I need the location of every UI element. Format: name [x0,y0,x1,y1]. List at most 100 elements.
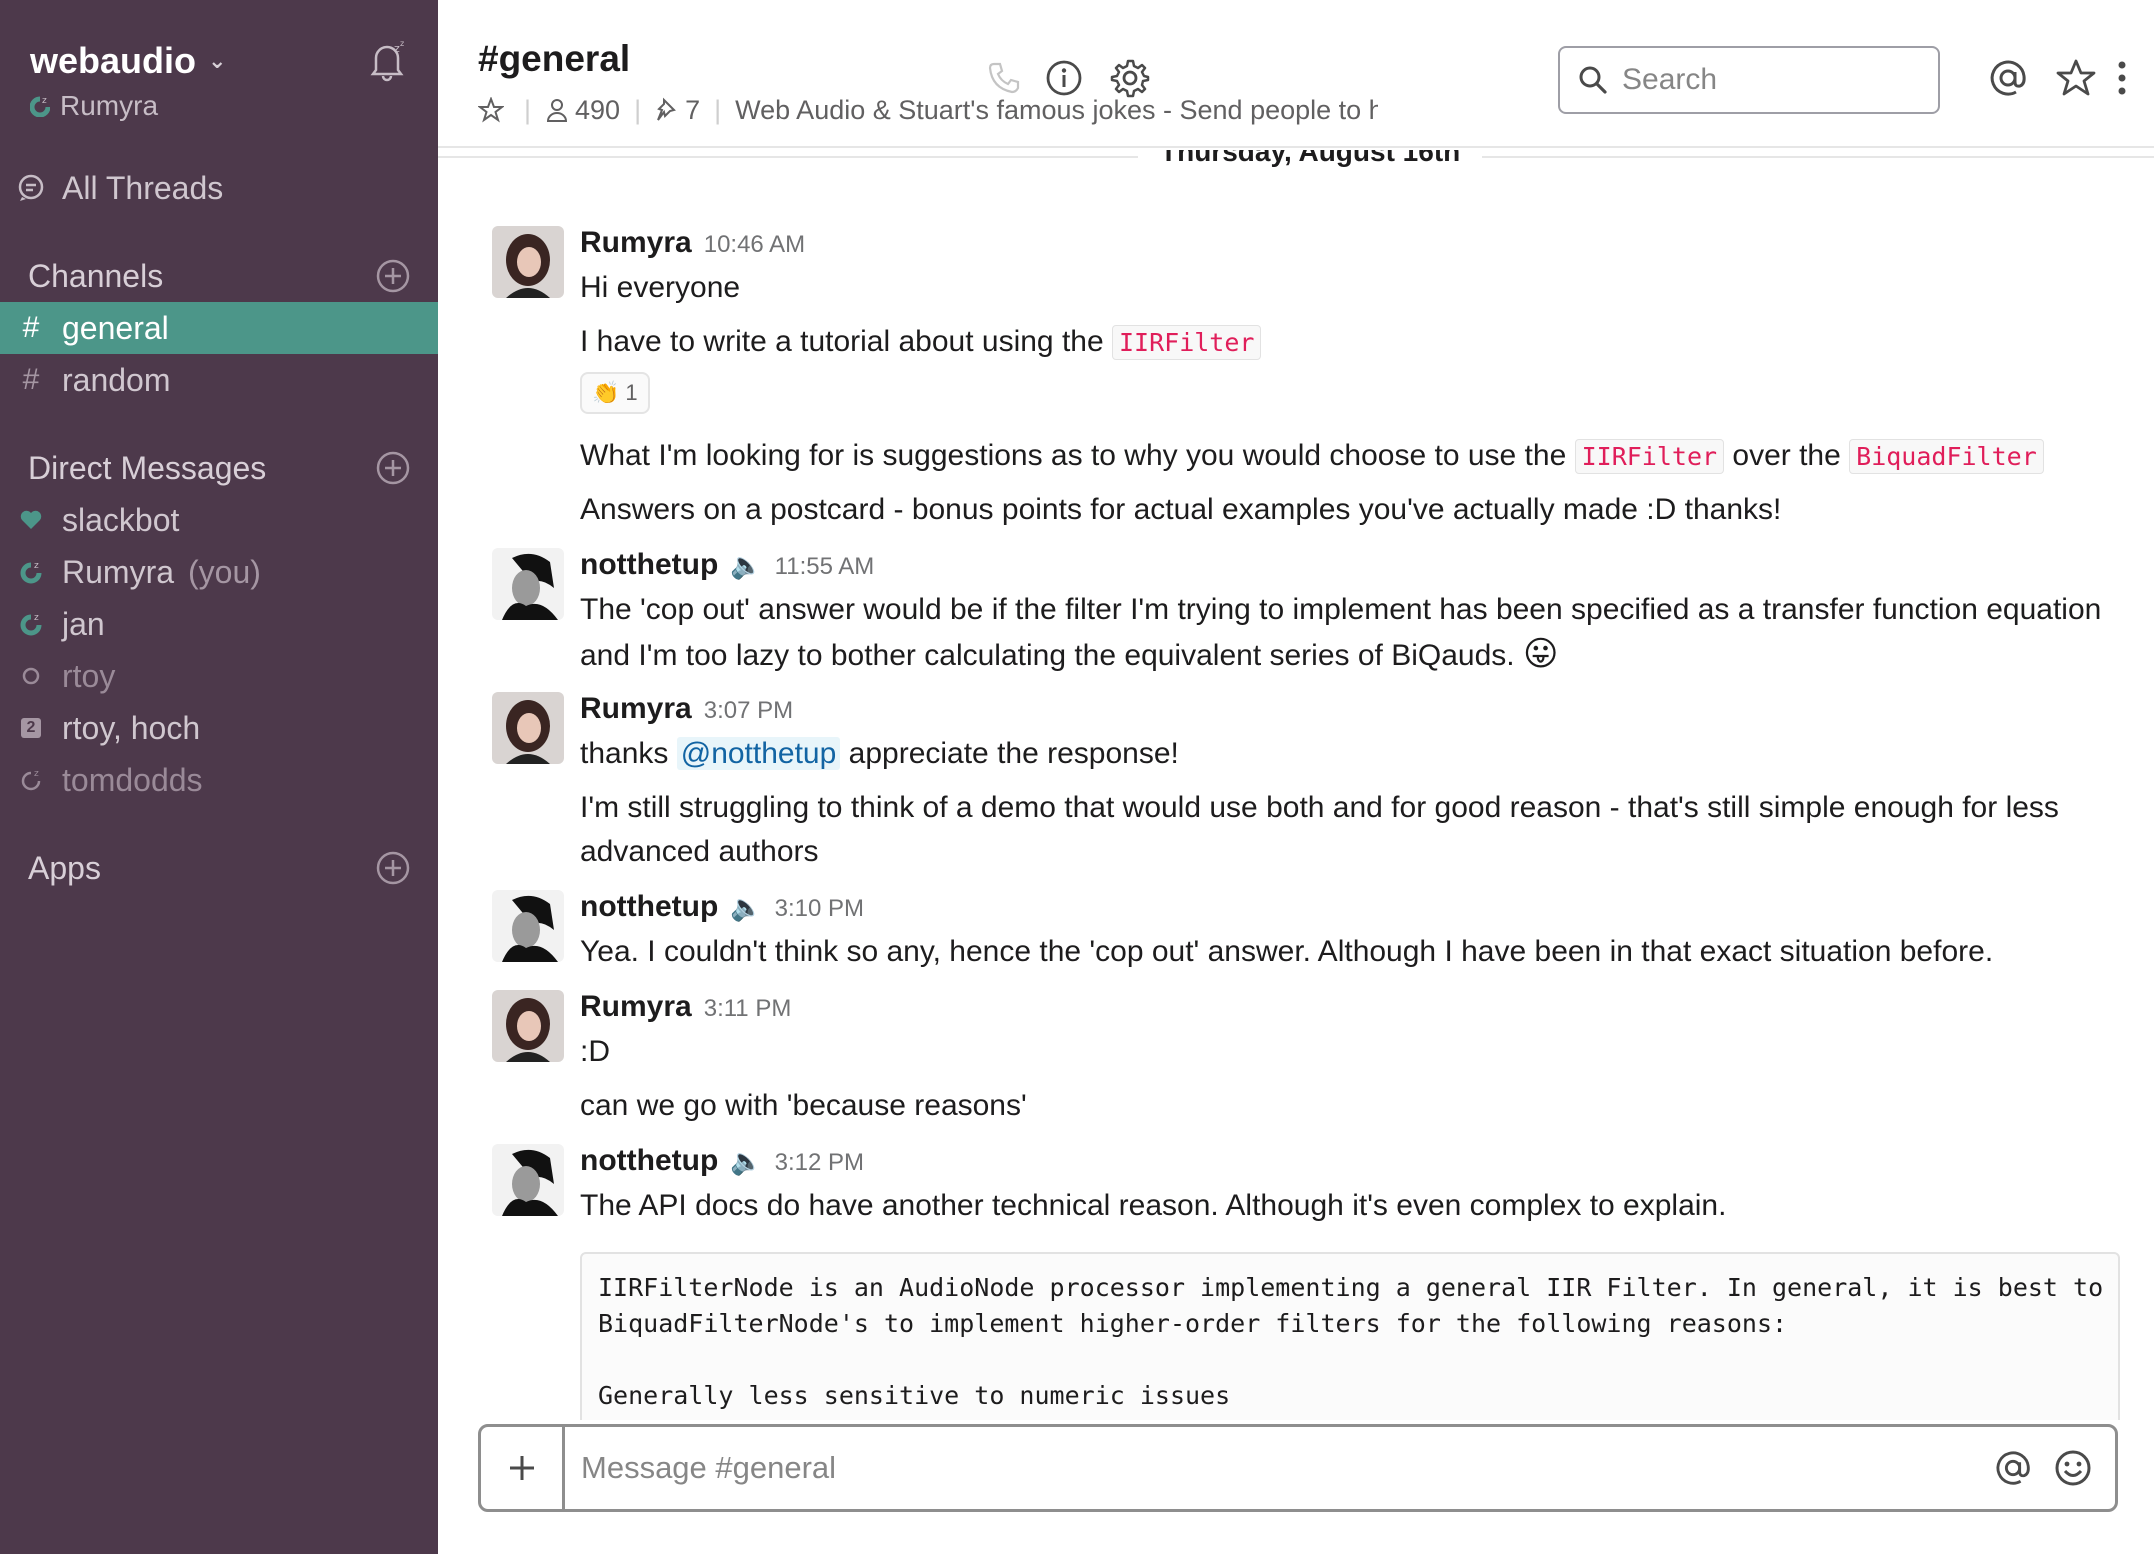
speaker-badge-icon: 🔈 [730,892,763,922]
pin-count[interactable]: 7 [685,95,700,126]
sidebar-item-jan[interactable]: z jan [0,598,438,650]
sidebar-item-tomdodds[interactable]: z tomdodds [0,754,438,806]
sidebar-item-random[interactable]: # random [0,354,438,406]
dm-label: slackbot [62,501,180,538]
text-segment: The 'cop out' answer would be if the fil… [580,593,2102,672]
author-name[interactable]: notthetup [580,1144,718,1178]
author-name[interactable]: Rumyra [580,692,692,726]
current-user[interactable]: z Rumyra [30,90,158,122]
sidebar-item-group-dm[interactable]: 2 rtoy, hoch [0,702,438,754]
user-mention[interactable]: @notthetup [676,737,841,770]
channel-title: #general [478,38,631,79]
sidebar-item-slackbot[interactable]: slackbot [0,494,438,546]
emoji-picker-icon[interactable] [2043,1438,2103,1498]
starred-items-icon[interactable] [2054,56,2098,100]
sidebar: webaudio ⌄ z Rumyra z z All Threads Chan… [0,0,438,1554]
message-text: I'm still struggling to think of a demo … [580,791,2059,868]
sidebar-item-rtoy[interactable]: rtoy [0,650,438,702]
add-dm-icon[interactable] [376,451,410,485]
star-channel-icon[interactable] [478,97,504,123]
mention-at-icon[interactable] [1983,1438,2043,1498]
status-away-icon: z [0,560,62,584]
timestamp[interactable]: 3:10 PM [775,895,864,923]
direct-messages-header[interactable]: Direct Messages [28,450,266,487]
sidebar-item-rumyra[interactable]: z Rumyra (you) [0,546,438,598]
offline-icon [0,666,62,686]
mentions-at-icon[interactable] [1986,56,2030,100]
message-list[interactable]: Thursday, August 16th Rumyra 10:46 AM Hi… [438,150,2154,1420]
hash-icon: # [22,311,40,344]
search-placeholder: Search [1622,63,1718,96]
member-count[interactable]: 490 [575,95,620,126]
avatar-rumyra[interactable] [492,692,564,764]
add-app-icon[interactable] [376,851,410,885]
more-options-icon[interactable] [2100,56,2144,100]
threads-icon [0,173,62,203]
timestamp[interactable]: 11:55 AM [775,553,875,581]
search-box[interactable]: Search [1558,46,1940,114]
svg-text:z: z [34,613,39,623]
inline-code: IIRFilter [1112,325,1262,360]
current-user-name: Rumyra [60,90,159,121]
status-away-icon: z [0,768,62,792]
members-icon[interactable] [545,97,569,123]
all-threads-label: All Threads [62,169,224,206]
message-text: Answers on a postcard - bonus points for… [580,493,1782,526]
channels-header[interactable]: Channels [28,258,163,295]
message-text: The API docs do have another technical r… [580,1189,1727,1222]
status-away-icon: z [0,612,62,636]
pin-icon[interactable] [655,97,679,123]
message-text: thanks @notthetup appreciate the respons… [580,732,1179,776]
plus-icon [509,1456,534,1480]
channel-label: random [62,361,171,398]
team-name: webaudio [30,40,197,81]
hash-icon: # [22,363,40,396]
timestamp[interactable]: 3:07 PM [704,697,793,725]
author-name[interactable]: notthetup [580,548,718,582]
attach-button[interactable] [481,1427,565,1509]
dm-label: Rumyra [62,553,175,590]
reaction-pill[interactable]: 👏 1 [580,372,650,414]
reaction-count: 1 [625,380,638,405]
author-name[interactable]: Rumyra [580,990,692,1024]
avatar-rumyra[interactable] [492,990,564,1062]
add-channel-icon[interactable] [376,259,410,293]
info-icon[interactable] [1042,56,1086,100]
avatar-rumyra[interactable] [492,226,564,298]
tongue-emoji-icon: 😛 [1522,635,1559,673]
message-header: Rumyra 3:07 PM [580,692,793,726]
call-icon[interactable] [982,56,1026,100]
text-segment: thanks [580,737,677,770]
gear-icon[interactable] [1108,56,1152,100]
timestamp[interactable]: 10:46 AM [704,231,805,259]
author-name[interactable]: Rumyra [580,226,692,260]
svg-text:z: z [42,96,47,106]
text-segment: over the [1724,439,1850,472]
sidebar-item-general[interactable]: # general [0,302,438,354]
message-text: The 'cop out' answer would be if the fil… [580,588,2120,678]
status-icon: z [30,96,50,117]
channel-meta: | 490 | 7 | Web Audio & Stuart's famous … [478,92,1378,128]
clap-emoji-icon: 👏 [592,380,620,405]
apps-header[interactable]: Apps [28,850,101,887]
speaker-badge-icon: 🔈 [730,550,763,580]
dm-label: jan [62,605,105,642]
avatar-notthetup[interactable] [492,1144,564,1216]
timestamp[interactable]: 3:11 PM [704,995,792,1023]
all-threads-link[interactable]: All Threads [0,162,438,214]
message-text: I have to write a tutorial about using t… [580,320,1262,365]
message-header: Rumyra 3:11 PM [580,990,791,1024]
notifications-bell-icon[interactable]: z z [364,38,410,84]
inline-code: IIRFilter [1574,439,1725,474]
avatar-notthetup[interactable] [492,890,564,962]
timestamp[interactable]: 3:12 PM [775,1149,864,1177]
you-suffix: (you) [188,553,261,590]
author-name[interactable]: notthetup [580,890,718,924]
chevron-down-icon: ⌄ [208,48,227,73]
message-header: Rumyra 10:46 AM [580,226,805,260]
message-header: notthetup 🔈 3:12 PM [580,1144,864,1178]
avatar-notthetup[interactable] [492,548,564,620]
team-menu[interactable]: webaudio ⌄ [30,40,226,82]
message-input[interactable] [565,1428,1983,1508]
svg-text:z: z [400,39,404,48]
